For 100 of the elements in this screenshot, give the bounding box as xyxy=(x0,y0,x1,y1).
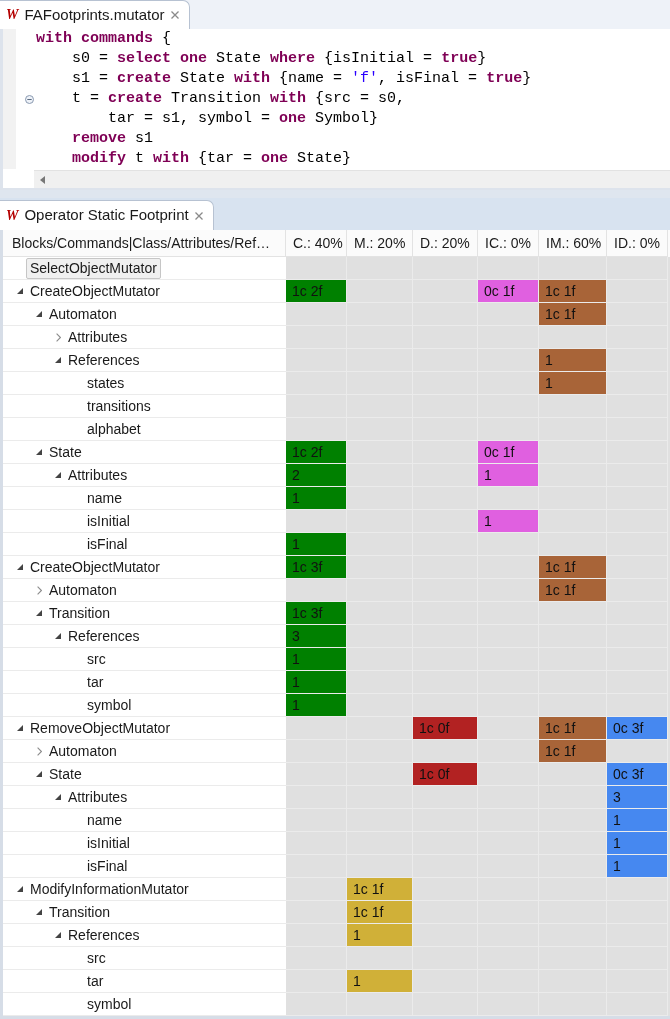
column-header[interactable]: M.: 20% xyxy=(347,230,413,257)
tree-item[interactable]: State xyxy=(49,764,82,784)
table-cell: 1 xyxy=(607,855,668,878)
tree-item[interactable]: Attributes xyxy=(68,465,128,485)
table-cell xyxy=(413,901,478,924)
tree-item[interactable]: Transition xyxy=(49,603,110,623)
triangle-icon[interactable] xyxy=(17,886,23,892)
table-cell xyxy=(413,924,478,947)
table-cell xyxy=(347,441,413,464)
horizontal-scrollbar[interactable] xyxy=(34,170,670,188)
table-cell xyxy=(478,533,539,556)
tree-item[interactable]: Attributes xyxy=(68,327,128,347)
triangle-icon[interactable] xyxy=(36,311,42,317)
code-line: remove s1 xyxy=(72,129,154,149)
column-header[interactable]: IM.: 60% xyxy=(539,230,607,257)
tree-item[interactable]: symbol xyxy=(87,994,132,1014)
tree-item[interactable]: Attributes xyxy=(68,787,128,807)
triangle-icon[interactable] xyxy=(55,633,61,639)
table-cell: 2 xyxy=(286,464,347,487)
table-cell: 1c 2f xyxy=(286,280,347,303)
table-cell: 1c 1f xyxy=(539,579,607,602)
table-cell xyxy=(347,556,413,579)
chevron-right-icon[interactable] xyxy=(36,585,42,595)
triangle-icon[interactable] xyxy=(55,472,61,478)
table-cell: 0c 1f xyxy=(478,441,539,464)
triangle-icon[interactable] xyxy=(55,794,61,800)
tree-item[interactable]: State xyxy=(49,442,82,462)
tree-item[interactable]: tar xyxy=(87,971,104,991)
table-cell xyxy=(413,786,478,809)
table-cell xyxy=(413,487,478,510)
code-line: t = create Transition with {src = s0, xyxy=(72,89,406,109)
tree-item[interactable]: isFinal xyxy=(87,856,128,876)
editor-tab[interactable]: W FAFootprints.mutator xyxy=(0,0,190,29)
table-cell: 1 xyxy=(478,464,539,487)
table-cell xyxy=(478,395,539,418)
tree-item[interactable]: symbol xyxy=(87,695,132,715)
table-cell: 1c 1f xyxy=(539,717,607,740)
tree-item[interactable]: SelectObjectMutator xyxy=(26,257,161,279)
tree-item[interactable]: src xyxy=(87,649,106,669)
triangle-icon[interactable] xyxy=(55,357,61,363)
table-cell: 0c 3f xyxy=(607,717,668,740)
triangle-icon[interactable] xyxy=(17,725,23,731)
tree-item[interactable]: transitions xyxy=(87,396,151,416)
minus-circle-icon[interactable] xyxy=(25,94,34,104)
left-arrow-icon[interactable] xyxy=(40,175,45,184)
table-cell: 1c 3f xyxy=(286,556,347,579)
tree-item[interactable]: isFinal xyxy=(87,534,128,554)
table-cell xyxy=(539,602,607,625)
column-header[interactable]: ID.: 0% xyxy=(607,230,668,257)
triangle-icon[interactable] xyxy=(17,564,23,570)
table-cell: 1 xyxy=(347,970,413,993)
triangle-icon[interactable] xyxy=(36,771,42,777)
code-line: modify t with {tar = one State} xyxy=(72,149,352,169)
column-header[interactable]: D.: 20% xyxy=(413,230,478,257)
table-cell: 1 xyxy=(478,510,539,533)
table-cell xyxy=(413,947,478,970)
view-tab[interactable]: W Operator Static Footprint xyxy=(0,200,214,230)
tree-item[interactable]: isInitial xyxy=(87,511,130,531)
code-line: tar = s1, symbol = one Symbol} xyxy=(108,109,379,129)
tree-item[interactable]: tar xyxy=(87,672,104,692)
table-cell xyxy=(347,510,413,533)
table-cell xyxy=(539,487,607,510)
table-cell: 1c 1f xyxy=(347,878,413,901)
chevron-right-icon[interactable] xyxy=(36,746,42,756)
tree-item[interactable]: isInitial xyxy=(87,833,130,853)
table-cell xyxy=(478,694,539,717)
close-icon[interactable] xyxy=(194,211,203,220)
table-cell xyxy=(539,395,607,418)
tree-item[interactable]: alphabet xyxy=(87,419,141,439)
column-header[interactable]: C.: 40% xyxy=(286,230,347,257)
table-cell xyxy=(478,326,539,349)
table-cell: 3 xyxy=(286,625,347,648)
tree-item[interactable]: name xyxy=(87,810,123,830)
table-cell xyxy=(347,533,413,556)
triangle-icon[interactable] xyxy=(55,932,61,938)
table-cell xyxy=(347,487,413,510)
table-cell: 1 xyxy=(286,533,347,556)
table-cell: 0c 3f xyxy=(607,763,668,786)
triangle-icon[interactable] xyxy=(36,449,42,455)
logo-icon: W xyxy=(6,8,19,22)
column-header[interactable]: IC.: 0% xyxy=(478,230,539,257)
tree-item[interactable]: Transition xyxy=(49,902,110,922)
table-cell xyxy=(478,602,539,625)
tree-item[interactable]: states xyxy=(87,373,125,393)
close-icon[interactable] xyxy=(170,11,179,19)
table-cell xyxy=(347,625,413,648)
tree-item[interactable]: name xyxy=(87,488,123,508)
table-cell: 1c 1f xyxy=(539,556,607,579)
table-cell xyxy=(539,878,607,901)
triangle-icon[interactable] xyxy=(36,909,42,915)
table-cell xyxy=(413,418,478,441)
table-cell xyxy=(347,694,413,717)
triangle-icon[interactable] xyxy=(17,288,23,294)
chevron-right-icon[interactable] xyxy=(55,332,61,342)
triangle-icon[interactable] xyxy=(36,610,42,616)
tree-item[interactable]: src xyxy=(87,948,106,968)
table-cell xyxy=(347,303,413,326)
table-cell: 0c 1f xyxy=(478,280,539,303)
table-cell xyxy=(347,671,413,694)
table-cell xyxy=(539,464,607,487)
